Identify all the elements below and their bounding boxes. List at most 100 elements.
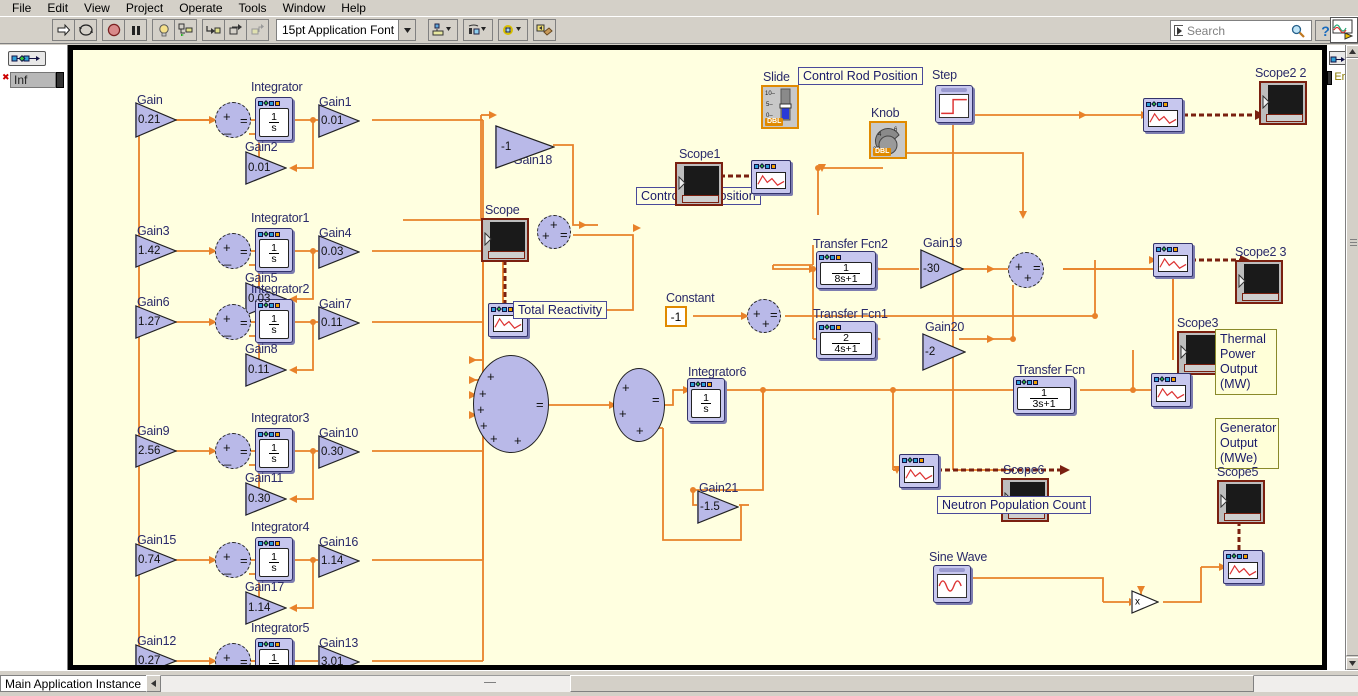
reorder-button[interactable] [498,19,528,41]
gain-block-20[interactable]: -1.5 [697,490,739,524]
scope-writer-2[interactable] [1143,98,1183,132]
transfer-fcn-block[interactable]: 1 3s+1 [1013,376,1075,414]
knob-control-terminal[interactable]: 6 4 2 DBL [869,121,907,159]
gain-block-19[interactable]: -2 [922,333,966,371]
graph-indicator-scope[interactable] [481,218,529,262]
highlight-execution-button[interactable] [152,19,175,41]
scope-writer-1[interactable] [751,160,791,194]
menu-item-view[interactable]: View [76,0,118,16]
sum-block-3[interactable]: + _ = [215,433,251,469]
main-summation-block[interactable]: + + + + + + = [473,355,549,453]
graph-indicator-scope2-3[interactable] [1235,260,1283,304]
graph-indicator-scope1[interactable] [675,162,723,206]
run-button[interactable] [52,19,75,41]
inf-value[interactable]: Inf [10,71,56,88]
gain-block-10[interactable]: 0.30 [318,435,360,469]
hscroll-left-arrow[interactable] [146,675,161,692]
sum-block-power[interactable]: + + = [1008,252,1044,288]
sum-block-5[interactable]: + _ = [215,643,251,665]
sum-block-constant[interactable]: + + = [747,299,781,333]
step-source-block[interactable] [935,85,973,123]
menu-item-window[interactable]: Window [275,0,334,16]
pause-button[interactable] [124,19,147,41]
horizontal-scroll-thumb[interactable] [570,675,1254,692]
secondary-summation-block[interactable]: + + + = [613,368,665,442]
gain-block-15[interactable]: 0.27 [135,644,177,665]
transfer-fcn1-block[interactable]: 2 4s+1 [816,321,876,359]
vertical-scroll-thumb[interactable] [1346,58,1358,656]
integrator-block-4[interactable]: 1 s [255,537,293,581]
integrator-block-1[interactable]: 1 s [255,228,293,272]
slide-control-terminal[interactable]: 10– 5– 0– DBL [761,85,799,129]
gain-block-0[interactable]: 0.21 [135,102,177,138]
gain-block-8[interactable]: 0.11 [245,353,287,387]
step-over-button[interactable] [224,19,247,41]
multiply-block[interactable]: x [1131,590,1159,614]
align-objects-button[interactable] [428,19,458,41]
free-label-total-reactivity[interactable]: Total Reactivity [513,301,608,319]
clean-up-diagram-button[interactable] [533,19,556,41]
gain-block-4[interactable]: 0.03 [318,235,360,269]
sine-wave-source-block[interactable] [933,565,971,603]
gain-block-17[interactable]: -1 [495,125,555,169]
scope-writer-6[interactable] [1223,550,1263,584]
gain-block-3[interactable]: 1.42 [135,234,177,268]
sum-block-4[interactable]: + _ = [215,542,251,578]
block-diagram-canvas[interactable]: Gain 0.21 + _ = Integrator 1 s Gain1 0.0… [68,45,1327,670]
scroll-down-arrow[interactable] [1346,657,1358,670]
scope-writer-5[interactable] [899,454,939,488]
gain-block-12[interactable]: 0.74 [135,543,177,577]
font-selector[interactable]: 15pt Application Font [276,19,416,41]
abort-execution-button[interactable] [102,19,125,41]
scope-writer-4[interactable] [1151,373,1191,407]
gain-block-16[interactable]: 3.01 [318,645,360,665]
gain-block-14[interactable]: 1.14 [245,591,287,625]
menu-item-project[interactable]: Project [118,0,171,16]
graph-indicator-scope2-2[interactable] [1259,81,1307,125]
comment-generator-output[interactable]: Generator Output (MWe) [1215,418,1279,469]
menu-item-help[interactable]: Help [333,0,374,16]
sum-block-0[interactable]: + _ = [215,102,251,138]
menu-item-operate[interactable]: Operate [171,0,230,16]
search-dropdown-icon[interactable] [1174,25,1183,36]
sum-block-1[interactable]: + _ = [215,233,251,269]
inf-terminal-field[interactable]: ✖ Inf [2,71,64,88]
free-label-control-rod-position-1[interactable]: Control Rod Position [798,67,923,85]
gain-block-7[interactable]: 0.11 [318,306,360,340]
chevron-down-icon[interactable] [398,20,415,40]
menu-item-edit[interactable]: Edit [39,0,76,16]
step-into-button[interactable] [202,19,225,41]
gain-block-1[interactable]: 0.01 [318,104,360,138]
transfer-fcn2-block[interactable]: 1 8s+1 [816,251,876,289]
retain-wire-values-button[interactable] [174,19,197,41]
gain-block-6[interactable]: 1.27 [135,305,177,339]
run-continuously-button[interactable] [74,19,97,41]
vertical-scrollbar[interactable] [1345,45,1358,670]
gain-block-2[interactable]: 0.01 [245,151,287,185]
menu-item-tools[interactable]: Tools [231,0,275,16]
gain-block-11[interactable]: 0.30 [245,482,287,516]
vi-icon[interactable] [1330,17,1358,43]
integrator-block-2[interactable]: 1 s [255,299,293,343]
constant-block[interactable]: -1 [665,306,687,327]
sum-block-reactivity[interactable]: + + = [537,215,571,249]
search-input[interactable]: Search [1170,20,1312,41]
terminal-knob[interactable] [56,71,64,88]
menu-item-file[interactable]: File [4,0,39,16]
scope-writer-3[interactable] [1153,243,1193,277]
graph-indicator-scope5[interactable] [1217,480,1265,524]
gain-block-18[interactable]: -30 [920,249,964,289]
free-label-neutron-population-count[interactable]: Neutron Population Count [937,496,1091,514]
sum-block-2[interactable]: + _ = [215,304,251,340]
integrator-block-3[interactable]: 1 s [255,428,293,472]
integrator-block-5[interactable]: 1 s [255,638,293,665]
integrator-block-0[interactable]: 1 s [255,97,293,141]
step-out-button[interactable] [246,19,269,41]
horizontal-scrollbar[interactable] [146,675,1358,692]
integrator6-block[interactable]: 1 s [687,378,725,422]
distribute-objects-button[interactable] [463,19,493,41]
comment-thermal-power-output[interactable]: Thermal Power Output (MW) [1215,329,1277,395]
gain-block-13[interactable]: 1.14 [318,544,360,578]
scroll-up-arrow[interactable] [1346,45,1358,58]
gain-block-9[interactable]: 2.56 [135,434,177,468]
